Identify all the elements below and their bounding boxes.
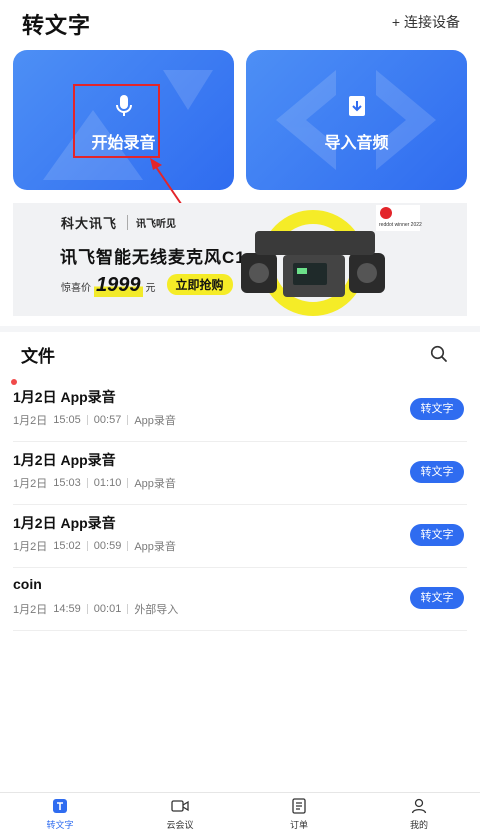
meta-separator [127,604,129,614]
file-source: App录音 [134,478,176,490]
file-date: 1月2日 [13,541,48,553]
tab-profile[interactable]: 我的 [389,797,449,831]
price-label: 惊喜价 [61,283,91,294]
microphone-product-image [241,210,385,316]
file-list-item[interactable]: 1月2日 App录音 1月2日 15:03 01:10 App录音 转文字 [0,442,480,505]
file-date: 1月2日 [13,478,48,490]
file-name: 1月2日 App录音 [13,389,116,405]
file-duration: 00:57 [93,414,122,426]
award-text: reddot winner 2022 [379,222,422,228]
profile-icon [389,797,449,815]
search-icon[interactable] [430,345,448,363]
banner-brand: 科大讯飞 讯飞听见 [61,213,176,232]
transcribe-button[interactable]: 转文字 [410,461,464,483]
tab-label: 云会议 [166,820,194,830]
file-name: coin [13,576,42,592]
file-list-item[interactable]: 1月2日 App录音 1月2日 15:05 00:57 App录音 转文字 [0,379,480,442]
file-time: 15:02 [53,540,81,552]
file-list-item[interactable]: 1月2日 App录音 1月2日 15:02 00:59 App录音 转文字 [0,505,480,568]
promo-banner[interactable]: 科大讯飞 讯飞听见 讯飞智能无线麦克风C1 惊喜价 1999 元 立即抢购 re… [13,203,467,316]
tab-label: 转文字 [46,820,74,830]
meta-separator [86,415,88,425]
tab-label: 订单 [289,820,308,830]
brand-logo-text: 科大讯飞 [61,216,118,231]
file-source: 外部导入 [134,604,179,616]
price-unit: 元 [145,283,156,294]
file-duration: 00:01 [93,603,122,615]
transcribe-button[interactable]: 转文字 [410,587,464,609]
transcribe-button[interactable]: 转文字 [410,398,464,420]
banner-price-row: 惊喜价 1999 元 立即抢购 [61,274,233,297]
annotation-highlight-box [73,84,160,158]
tab-orders[interactable]: 订单 [269,797,329,831]
row-divider [13,630,467,631]
file-source: App录音 [134,541,176,553]
import-audio-card[interactable]: 导入音频 [246,50,467,190]
tab-transcribe[interactable]: 转文字 [30,797,90,831]
price-value: 1999 [94,274,143,297]
section-divider [0,326,480,332]
order-icon [269,797,329,815]
meta-separator [86,478,88,488]
bottom-tab-bar: 转文字 云会议 订单 我的 [0,792,480,833]
video-meeting-icon [150,797,210,815]
transcribe-button[interactable]: 转文字 [410,524,464,546]
tab-cloud-meeting[interactable]: 云会议 [150,797,210,831]
card-watermark [276,70,436,170]
meta-separator [86,604,88,614]
meta-separator [86,541,88,551]
meta-separator [127,541,129,551]
file-meta: 1月2日 15:03 01:10 App录音 [13,475,176,491]
top-header: 转文字 + 连接设备 [0,0,480,44]
file-date: 1月2日 [13,415,48,427]
import-audio-label: 导入音频 [324,135,389,152]
plus-icon: + [391,14,400,30]
transcribe-icon [30,797,90,815]
file-time: 14:59 [53,603,81,615]
file-time: 15:05 [53,414,81,426]
meta-separator [127,478,129,488]
file-date: 1月2日 [13,604,48,616]
meta-separator [127,415,129,425]
banner-headline: 讯飞智能无线麦克风C1 [60,248,246,267]
file-duration: 01:10 [93,477,122,489]
file-time: 15:03 [53,477,81,489]
file-name: 1月2日 App录音 [13,452,116,468]
brand-sub-logo-text: 讯飞听见 [127,215,176,230]
page-title: 转文字 [22,13,92,38]
file-meta: 1月2日 15:02 00:59 App录音 [13,538,176,554]
file-source: App录音 [134,415,176,427]
buy-now-button[interactable]: 立即抢购 [166,274,233,295]
connect-device-button[interactable]: + 连接设备 [392,12,460,32]
file-meta: 1月2日 14:59 00:01 外部导入 [13,601,178,617]
file-meta: 1月2日 15:05 00:57 App录音 [13,412,176,428]
file-name: 1月2日 App录音 [13,515,116,531]
import-file-icon [348,96,365,116]
tab-label: 我的 [409,820,428,830]
connect-device-label: 连接设备 [404,14,460,30]
file-list-item[interactable]: coin 1月2日 14:59 00:01 外部导入 转文字 [0,568,480,631]
unread-dot [11,379,17,385]
file-duration: 00:59 [93,540,122,552]
files-section-title: 文件 [21,347,55,366]
